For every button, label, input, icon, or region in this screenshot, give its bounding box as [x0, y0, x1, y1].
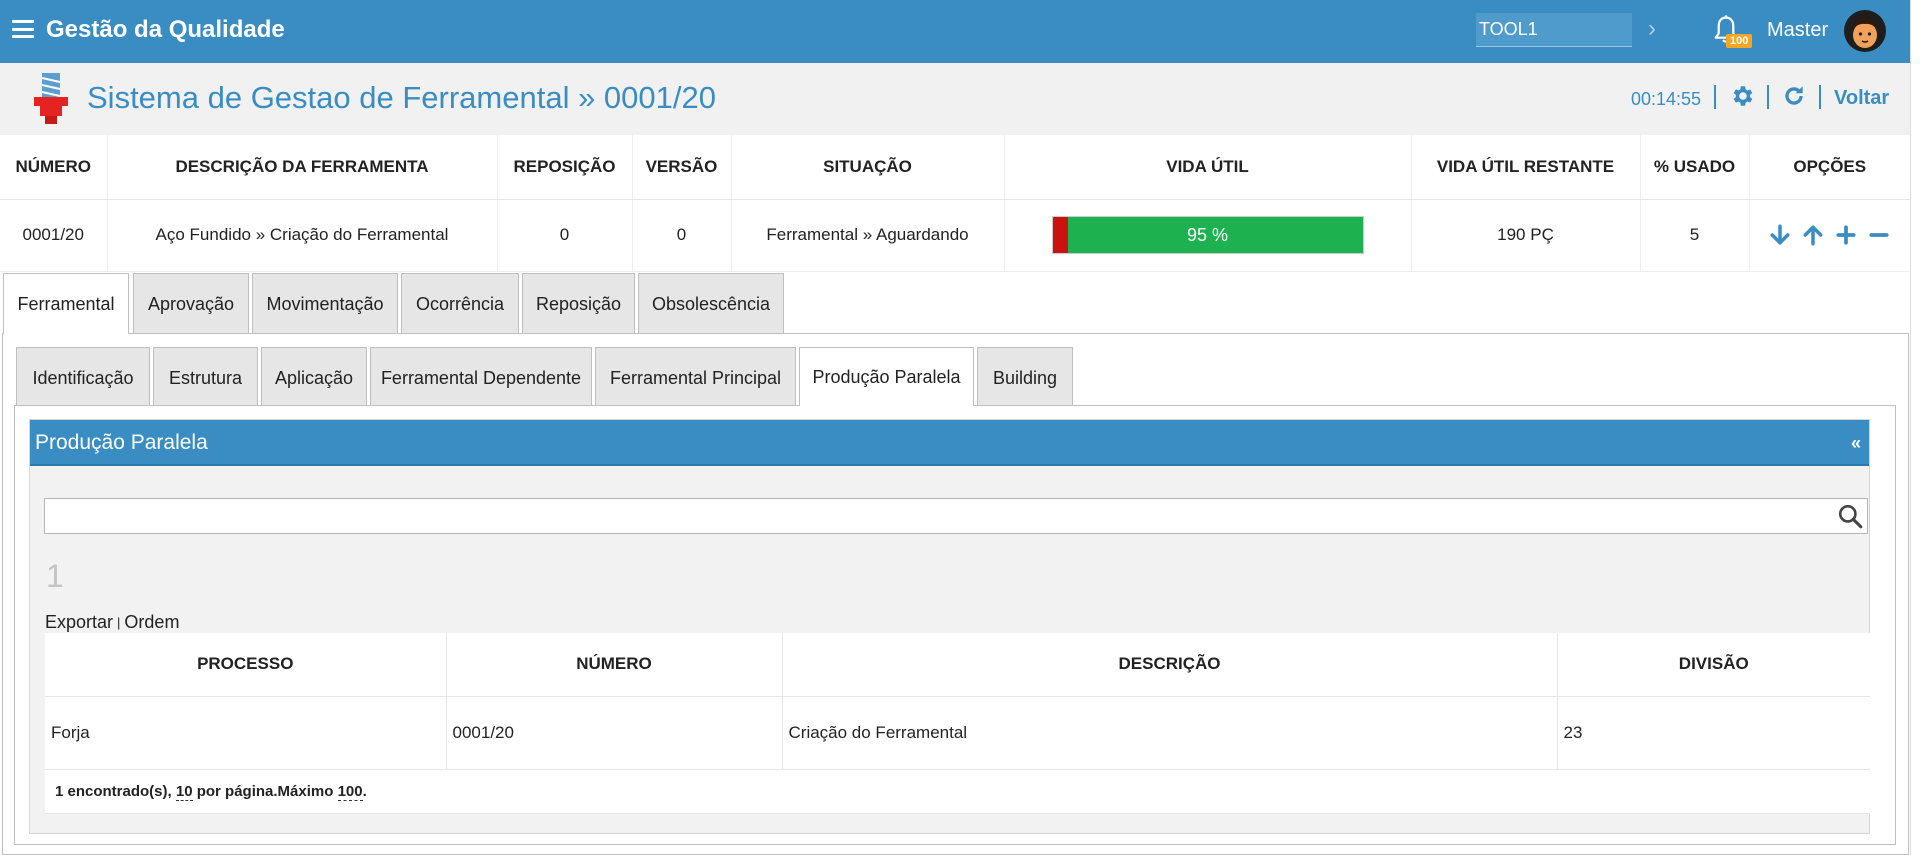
tab-ferramental-dependente[interactable]: Ferramental Dependente: [370, 347, 592, 405]
cell-processo: Forja: [45, 696, 447, 770]
divider: [1767, 85, 1769, 109]
header-divisao[interactable]: DIVISÃO: [1557, 633, 1870, 697]
divider: [1819, 85, 1821, 109]
section-header: Produção Paralela «: [30, 420, 1869, 466]
cell-descricao: Criação do Ferramental: [782, 696, 1558, 770]
cell-divisao: 23: [1557, 696, 1870, 770]
tab-reposicao[interactable]: Reposição: [522, 273, 635, 333]
divider: [1714, 85, 1716, 109]
page-number[interactable]: 1: [46, 558, 64, 595]
header-pct-usado: % USADO: [1640, 135, 1750, 200]
header-reposicao: REPOSIÇÃO: [497, 135, 633, 200]
arrow-up-icon[interactable]: [1802, 224, 1824, 246]
cell-opcoes: [1749, 199, 1910, 272]
page-header: Sistema de Gestao de Ferramental » 0001/…: [0, 63, 1910, 135]
pagination-info: 1 encontrado(s), 10 por página.Máximo 10…: [45, 769, 1870, 814]
footer-end: .: [362, 782, 367, 800]
tab-ferramental[interactable]: Ferramental: [3, 273, 129, 334]
search-icon[interactable]: [1837, 503, 1863, 529]
header-descricao: DESCRIÇÃO DA FERRAMENTA: [107, 135, 498, 200]
cell-vida-util: 95 %: [1004, 199, 1412, 272]
header-processo[interactable]: PROCESSO: [45, 633, 447, 697]
cell-numero: 0001/20: [446, 696, 783, 770]
header-numero: NÚMERO: [0, 135, 108, 200]
export-link[interactable]: Exportar: [45, 612, 113, 632]
tab-identificacao[interactable]: Identificação: [16, 347, 150, 405]
separator: |: [117, 615, 121, 630]
table-row[interactable]: Forja 0001/20 Criação do Ferramental 23: [45, 696, 1870, 770]
found-count: 1 encontrado(s),: [55, 782, 176, 800]
header-vida-util-restante: VIDA ÚTIL RESTANTE: [1411, 135, 1641, 200]
section-title: Produção Paralela: [35, 431, 208, 454]
notification-badge: 100: [1726, 34, 1753, 48]
search-input[interactable]: [44, 498, 1868, 534]
header-versao: VERSÃO: [632, 135, 732, 200]
tool-search-input[interactable]: [1476, 13, 1632, 47]
cell-pct-usado: 5: [1640, 199, 1750, 272]
page-title: Sistema de Gestao de Ferramental » 0001/…: [87, 80, 716, 115]
producao-paralela-table: PROCESSO NÚMERO DESCRIÇÃO DIVISÃO Forja …: [45, 633, 1870, 814]
tab-ferramental-principal[interactable]: Ferramental Principal: [595, 347, 796, 405]
per-page-value[interactable]: 10: [175, 782, 193, 801]
cell-situacao: Ferramental » Aguardando: [731, 199, 1005, 272]
tab-aplicacao[interactable]: Aplicação: [261, 347, 367, 405]
table-actions: Exportar | Ordem: [45, 612, 179, 633]
life-progress-label: 95 %: [1186, 225, 1229, 245]
app-title: Gestão da Qualidade: [46, 16, 285, 43]
session-clock: 00:14:55: [1631, 89, 1702, 109]
arrow-down-icon[interactable]: [1769, 224, 1791, 246]
avatar[interactable]: [1843, 9, 1887, 53]
tab-building[interactable]: Building: [977, 347, 1073, 405]
cell-versao: 0: [632, 199, 732, 272]
tab-aprovacao[interactable]: Aprovação: [133, 273, 249, 333]
plus-icon[interactable]: [1835, 224, 1857, 246]
header-vida-util: VIDA ÚTIL: [1004, 135, 1412, 200]
cell-vida-util-restante: 190 PÇ: [1411, 199, 1641, 272]
cell-descricao: Aço Fundido » Criação do Ferramental: [107, 199, 498, 272]
life-progress-bar: 95 %: [1051, 216, 1364, 254]
user-name[interactable]: Master: [1767, 19, 1828, 42]
cell-numero: 0001/20: [0, 199, 108, 272]
tab-estrutura[interactable]: Estrutura: [153, 347, 258, 405]
tab-ocorrencia[interactable]: Ocorrência: [401, 273, 519, 333]
header-descricao[interactable]: DESCRIÇÃO: [782, 633, 1558, 697]
gear-icon[interactable]: [1729, 83, 1755, 109]
per-page-text: por página.Máximo: [192, 782, 338, 800]
table-row: 0001/20 Aço Fundido » Criação do Ferrame…: [0, 199, 1910, 272]
header-numero[interactable]: NÚMERO: [446, 633, 783, 697]
header-situacao: SITUAÇÃO: [731, 135, 1005, 200]
scrollbar[interactable]: [1910, 0, 1921, 855]
order-link[interactable]: Ordem: [124, 612, 179, 632]
header-opcoes: OPÇÕES: [1749, 135, 1910, 200]
tool-logo-icon: [34, 73, 68, 124]
minus-icon[interactable]: [1868, 224, 1890, 246]
max-value[interactable]: 100: [337, 782, 363, 801]
tab-movimentacao[interactable]: Movimentação: [252, 273, 398, 333]
chevron-right-icon[interactable]: ›: [1648, 15, 1656, 43]
refresh-icon[interactable]: [1781, 83, 1807, 109]
tool-summary-table: NÚMERO DESCRIÇÃO DA FERRAMENTA REPOSIÇÃO…: [0, 135, 1910, 272]
tab-producao-paralela[interactable]: Produção Paralela: [799, 347, 974, 406]
collapse-icon[interactable]: «: [1851, 433, 1861, 454]
tab-obsolescencia[interactable]: Obsolescência: [638, 273, 784, 333]
menu-icon[interactable]: [12, 20, 34, 38]
cell-reposicao: 0: [497, 199, 633, 272]
back-link[interactable]: Voltar: [1834, 87, 1889, 110]
top-bar: Gestão da Qualidade › 100 Master: [0, 0, 1910, 63]
